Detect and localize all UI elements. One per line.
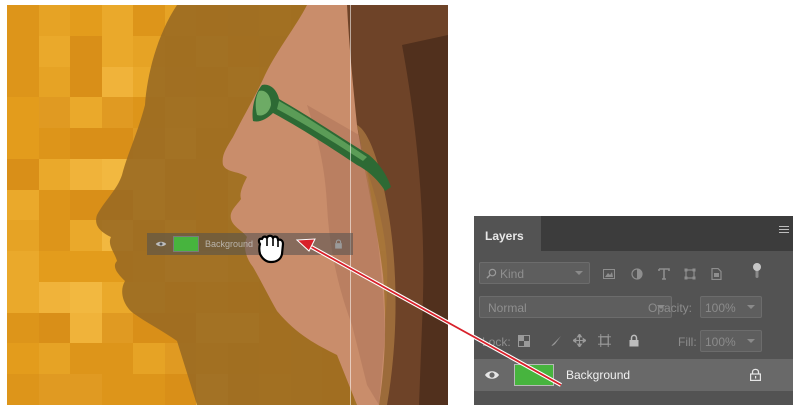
lock-transparent-pixels-icon[interactable] [518, 335, 530, 347]
shape-filter-icon[interactable] [684, 268, 696, 280]
opacity-value: 100% [705, 301, 736, 315]
layer-row-background[interactable]: Background [474, 359, 793, 391]
layer-lock-icon[interactable] [750, 368, 761, 381]
blend-mode-dropdown[interactable]: Normal [479, 296, 672, 318]
visibility-eye-icon[interactable] [484, 369, 500, 381]
smart-object-filter-icon[interactable] [710, 268, 722, 280]
lock-label: Lock: [482, 335, 511, 349]
eye-icon [155, 241, 167, 247]
grab-hand-cursor-icon [257, 234, 285, 264]
dragged-layer-ghost: Background [147, 233, 353, 255]
opacity-label: Opacity: [648, 301, 693, 315]
filter-kind-dropdown[interactable]: Kind [479, 262, 590, 284]
panel-menu-icon[interactable] [779, 226, 789, 236]
filter-toggle-icon[interactable] [752, 263, 762, 279]
photo-scene [96, 5, 448, 405]
lock-artboard-icon[interactable] [598, 334, 611, 347]
guide-line[interactable] [350, 5, 351, 405]
blend-mode-value: Normal [488, 301, 527, 315]
type-filter-icon[interactable] [658, 268, 670, 280]
pixel-filter-icon[interactable] [603, 268, 615, 280]
layers-panel: Layers Kind Normal Opacity: 100% Lock: F… [474, 216, 793, 405]
lock-position-icon[interactable] [573, 334, 586, 347]
layer-name: Background [566, 368, 631, 382]
tab-layers[interactable]: Layers [474, 216, 541, 252]
filter-kind-label: Kind [500, 267, 525, 281]
adjustment-filter-icon[interactable] [631, 268, 643, 280]
layer-thumbnail [514, 364, 554, 386]
layer-thumbnail [173, 236, 199, 252]
opacity-field[interactable]: 100% [700, 296, 762, 318]
fill-label: Fill: [678, 335, 697, 349]
lock-all-icon[interactable] [629, 334, 639, 347]
document-canvas[interactable]: Background [7, 5, 448, 405]
ghost-layer-name: Background [205, 239, 254, 249]
lock-icon [335, 239, 342, 249]
fill-field[interactable]: 100% [700, 330, 762, 352]
fill-value: 100% [705, 335, 736, 349]
search-icon [486, 268, 497, 279]
lock-image-pixels-icon[interactable] [550, 335, 562, 347]
